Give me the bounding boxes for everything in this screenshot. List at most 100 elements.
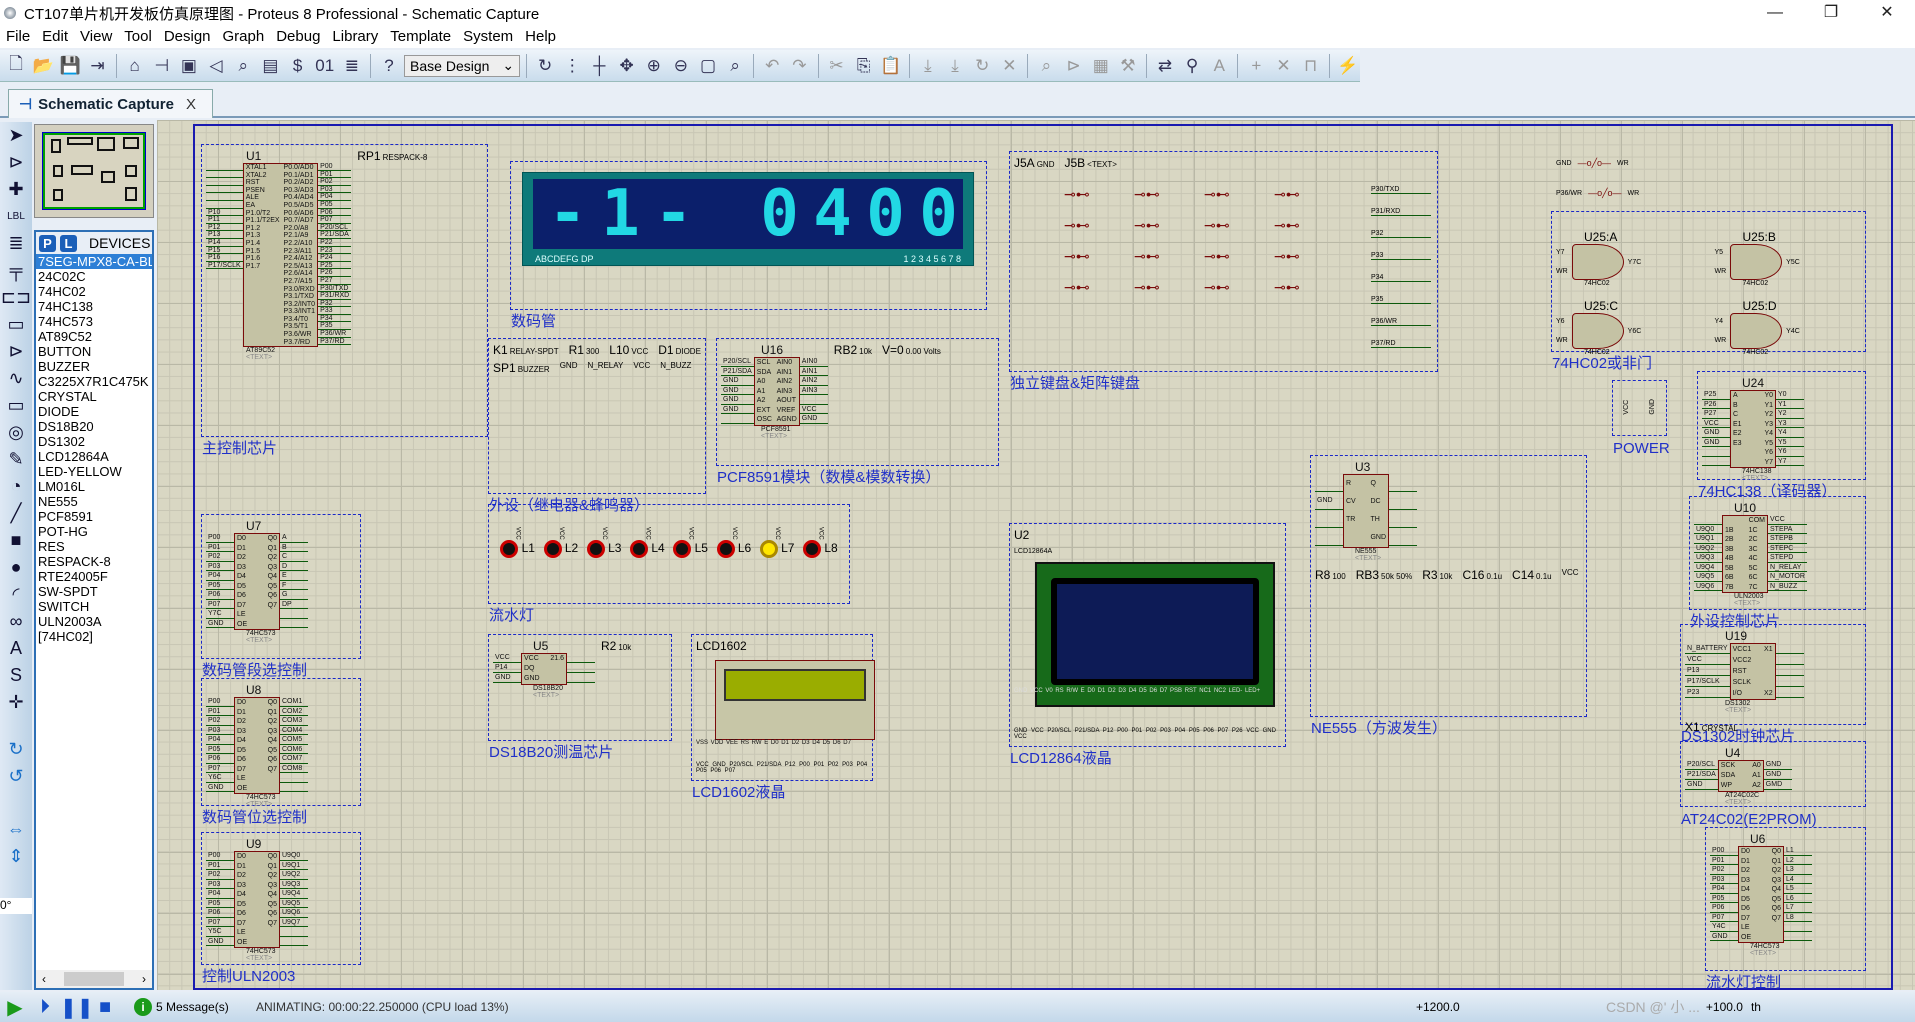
selection-tool-icon[interactable]: ➤	[0, 122, 32, 149]
new-file-icon[interactable]: 🗋	[4, 53, 28, 79]
graph-tool-icon[interactable]: ∿	[0, 365, 32, 392]
device-item[interactable]: PCF8591	[36, 509, 152, 524]
component-d1[interactable]: D1 DIODE	[658, 343, 701, 357]
device-item[interactable]: LCD12864A	[36, 449, 152, 464]
component-r3[interactable]: R3 10k	[1422, 568, 1452, 582]
push-button[interactable]: ⊸⊷	[1274, 248, 1334, 265]
dollar-icon[interactable]: $	[285, 53, 309, 79]
home-icon[interactable]: ⌂	[123, 53, 147, 79]
report-icon[interactable]: ≣	[340, 53, 364, 79]
delete-sheet-icon[interactable]: ✕	[1271, 53, 1295, 79]
device-item[interactable]: ULN2003A	[36, 614, 152, 629]
arc-tool-icon[interactable]: ◜	[0, 581, 32, 608]
menu-help[interactable]: Help	[519, 26, 562, 48]
device-item[interactable]: DIODE	[36, 404, 152, 419]
library-manager-button[interactable]: L	[60, 234, 77, 252]
schematic-canvas[interactable]: 主控制芯片 U1 P10 P11 P12 P13 P14 P15 P16 P17/SCLK XTAL…	[157, 120, 1915, 990]
import-icon[interactable]: ⇥	[85, 53, 109, 79]
scroll-right-icon[interactable]: ›	[142, 972, 146, 986]
zoom-out-icon[interactable]: ⊖	[669, 53, 693, 79]
chip-u8[interactable]: U8 P00 P01 P02 P03 P04 P05 P06 P07 Y6C GND D0 D1 D2 D3…	[206, 683, 308, 808]
decompose-icon[interactable]: ⚒	[1116, 53, 1140, 79]
spdt-switch-1[interactable]: GND —o╱o— WR	[1556, 158, 1629, 169]
push-button[interactable]: ⊸⊷	[1274, 186, 1334, 203]
exit-to-parent-icon[interactable]: ⊓	[1299, 53, 1323, 79]
text-script-tool-icon[interactable]: ≣	[0, 230, 32, 257]
chip-u3[interactable]: U3 GND R CV TR Q DC TH GND NE555 <TEXT>	[1315, 460, 1417, 562]
push-button[interactable]: ⊸⊷	[1064, 279, 1124, 296]
device-item[interactable]: 74HC02	[36, 284, 152, 299]
push-button[interactable]: ⊸⊷	[1134, 217, 1194, 234]
push-button[interactable]: ⊸⊷	[1134, 186, 1194, 203]
push-button[interactable]: ⊸⊷	[1064, 217, 1124, 234]
pick-icon[interactable]: ⌕	[1034, 53, 1058, 79]
device-item[interactable]: [74HC02]	[36, 629, 152, 644]
device-item[interactable]: RESPACK-8	[36, 554, 152, 569]
play-icon[interactable]: ▶	[0, 995, 30, 1020]
3d-view-icon[interactable]: ⌕	[231, 53, 255, 79]
push-button[interactable]: ⊸⊷	[1064, 186, 1124, 203]
new-sheet-icon[interactable]: +	[1244, 53, 1268, 79]
gerber-icon[interactable]: ◁	[204, 53, 228, 79]
mirror-horizontal-icon[interactable]: ⇔	[0, 816, 32, 843]
rotate-ccw-icon[interactable]: ↺	[0, 763, 32, 790]
device-pin-tool-icon[interactable]: ⊳	[0, 338, 32, 365]
bus-tool-icon[interactable]: ╤	[0, 257, 32, 284]
menu-debug[interactable]: Debug	[270, 26, 326, 48]
grid-icon[interactable]: ⋮	[560, 53, 584, 79]
device-item[interactable]: RTE24005F	[36, 569, 152, 584]
active-popup-tool-icon[interactable]: ▭	[0, 392, 32, 419]
component-r1[interactable]: R1 300	[569, 343, 600, 357]
block-rotate-icon[interactable]: ↻	[970, 53, 994, 79]
package-icon[interactable]: ▦	[1089, 53, 1113, 79]
line-tool-icon[interactable]: ╱	[0, 500, 32, 527]
block-delete-icon[interactable]: ✕	[997, 53, 1021, 79]
pause-icon[interactable]: ❚❚	[60, 995, 94, 1020]
chip-u10[interactable]: U10 U9Q0 U9Q1 U9Q2 U9Q3 U9Q4 U9Q5 U9Q6 1B 2B 3B 4B 5…	[1694, 501, 1807, 607]
device-item[interactable]: 74HC573	[36, 314, 152, 329]
help-icon[interactable]: ?	[377, 53, 401, 79]
spdt-switch-2[interactable]: P36/WR —o╱o— WR	[1556, 188, 1639, 199]
component-c16[interactable]: C16 0.1u	[1462, 568, 1502, 582]
nor-gate-u25d[interactable]: U25:D Y4 WR Y4C 74HC02	[1715, 299, 1862, 356]
marker-tool-icon[interactable]: ✛	[0, 689, 32, 716]
generator-tool-icon[interactable]: ◎	[0, 419, 32, 446]
menu-design[interactable]: Design	[158, 26, 217, 48]
menu-view[interactable]: View	[74, 26, 118, 48]
push-button[interactable]: ⊸⊷	[1204, 186, 1264, 203]
overview-window[interactable]	[34, 124, 154, 218]
component-v0[interactable]: V=0 0.00 Volts	[882, 343, 941, 440]
device-item[interactable]: 74HC138	[36, 299, 152, 314]
device-item[interactable]: DS18B20	[36, 419, 152, 434]
device-item[interactable]: C3225X7R1C475K	[36, 374, 152, 389]
menu-graph[interactable]: Graph	[217, 26, 271, 48]
push-button[interactable]: ⊸⊷	[1274, 217, 1334, 234]
pcb-icon[interactable]: ▣	[177, 53, 201, 79]
zoom-in-icon[interactable]: ⊕	[642, 53, 666, 79]
copy-icon[interactable]: ⎘	[852, 53, 876, 79]
device-item[interactable]: SWITCH	[36, 599, 152, 614]
wire-autorouter-icon[interactable]: ⇄	[1153, 53, 1177, 79]
design-select[interactable]: Base Design ⌄	[404, 54, 521, 77]
component-j5a[interactable]: J5A GND	[1014, 156, 1054, 170]
device-item[interactable]: RES	[36, 539, 152, 554]
close-button[interactable]: ✕	[1859, 0, 1915, 26]
save-icon[interactable]: 💾	[58, 53, 82, 79]
zoom-area-icon[interactable]: ⌕	[723, 53, 747, 79]
nor-gate-u25c[interactable]: U25:C Y6 WR Y6C 74HC02	[1556, 299, 1703, 356]
property-assign-icon[interactable]: A	[1207, 53, 1231, 79]
cut-icon[interactable]: ✂	[824, 53, 848, 79]
chip-u24[interactable]: U24 P25 P26 P27 VCC GND GND A B C E1 E2 E3 Y0 Y1 Y2 Y3 Y4…	[1702, 376, 1804, 482]
component-nbuzz[interactable]: N_BUZZ	[660, 361, 691, 375]
component-vcc[interactable]: VCC	[633, 361, 650, 375]
pick-devices-button[interactable]: P	[39, 234, 56, 252]
chip-u9[interactable]: U9 P00 P01 P02 P03 P04 P05 P06 P07 Y5C GND D0 D1 D2 D3…	[206, 837, 308, 962]
tab-close-icon[interactable]: X	[186, 96, 196, 113]
push-button[interactable]: ⊸⊷	[1204, 279, 1264, 296]
menu-tool[interactable]: Tool	[118, 26, 158, 48]
wire-label-tool-icon[interactable]: LBL	[0, 203, 32, 230]
junction-tool-icon[interactable]: ✚	[0, 176, 32, 203]
minimize-button[interactable]: —	[1747, 0, 1803, 26]
redo-icon[interactable]: ↷	[787, 53, 811, 79]
chip-u16[interactable]: U16 P20/SCL P21/SDA GND GND GND GND SCL SDA A0 A1 A…	[721, 343, 828, 440]
